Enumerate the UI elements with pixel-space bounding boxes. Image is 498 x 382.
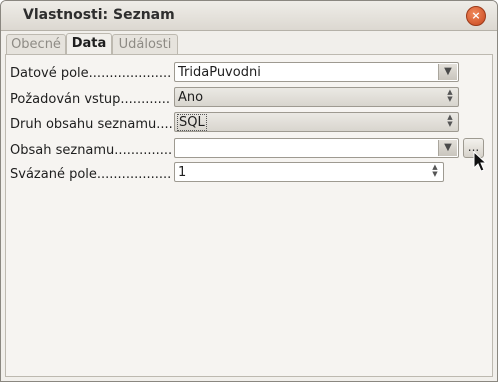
tab-events[interactable]: Události: [112, 34, 178, 54]
data-field-label: Datové pole....................: [10, 66, 172, 81]
mouse-pointer-icon: [473, 151, 488, 172]
chevron-down-icon[interactable]: ▼: [438, 64, 457, 80]
title-bar[interactable]: Vlastnosti: Seznam ×: [1, 1, 497, 31]
list-content-label: Obsah seznamu..............: [10, 143, 172, 158]
tab-data[interactable]: Data: [66, 33, 112, 55]
list-content-combo[interactable]: ▼: [174, 138, 459, 158]
data-field-combo[interactable]: TridaPuvodni ▼: [174, 62, 459, 82]
close-button[interactable]: ×: [466, 6, 486, 26]
spin-arrows-icon[interactable]: ▲ ▼: [444, 89, 456, 105]
input-required-value: Ano: [178, 90, 204, 105]
window-title: Vlastnosti: Seznam: [23, 7, 175, 23]
bound-field-spinbox[interactable]: 1 ▲ ▼: [174, 162, 444, 182]
chevron-down-icon[interactable]: ▼: [438, 140, 457, 156]
data-field-value: TridaPuvodni: [178, 65, 261, 80]
list-content-type-value: SQL: [177, 114, 207, 131]
list-content-type-select[interactable]: SQL ▲ ▼: [174, 112, 459, 132]
tab-general[interactable]: Obecné: [6, 34, 66, 54]
bound-field-value: 1: [178, 165, 187, 180]
bound-field-label: Svázané pole..................: [10, 167, 172, 182]
input-required-label: Požadován vstup............: [10, 92, 170, 107]
spin-arrows-icon[interactable]: ▲ ▼: [429, 164, 441, 180]
spin-arrows-icon[interactable]: ▲ ▼: [444, 114, 456, 130]
list-content-type-label: Druh obsahu seznamu....: [10, 117, 172, 132]
input-required-select[interactable]: Ano ▲ ▼: [174, 87, 459, 107]
properties-window: Vlastnosti: Seznam × Obecné Data Událost…: [0, 0, 498, 382]
